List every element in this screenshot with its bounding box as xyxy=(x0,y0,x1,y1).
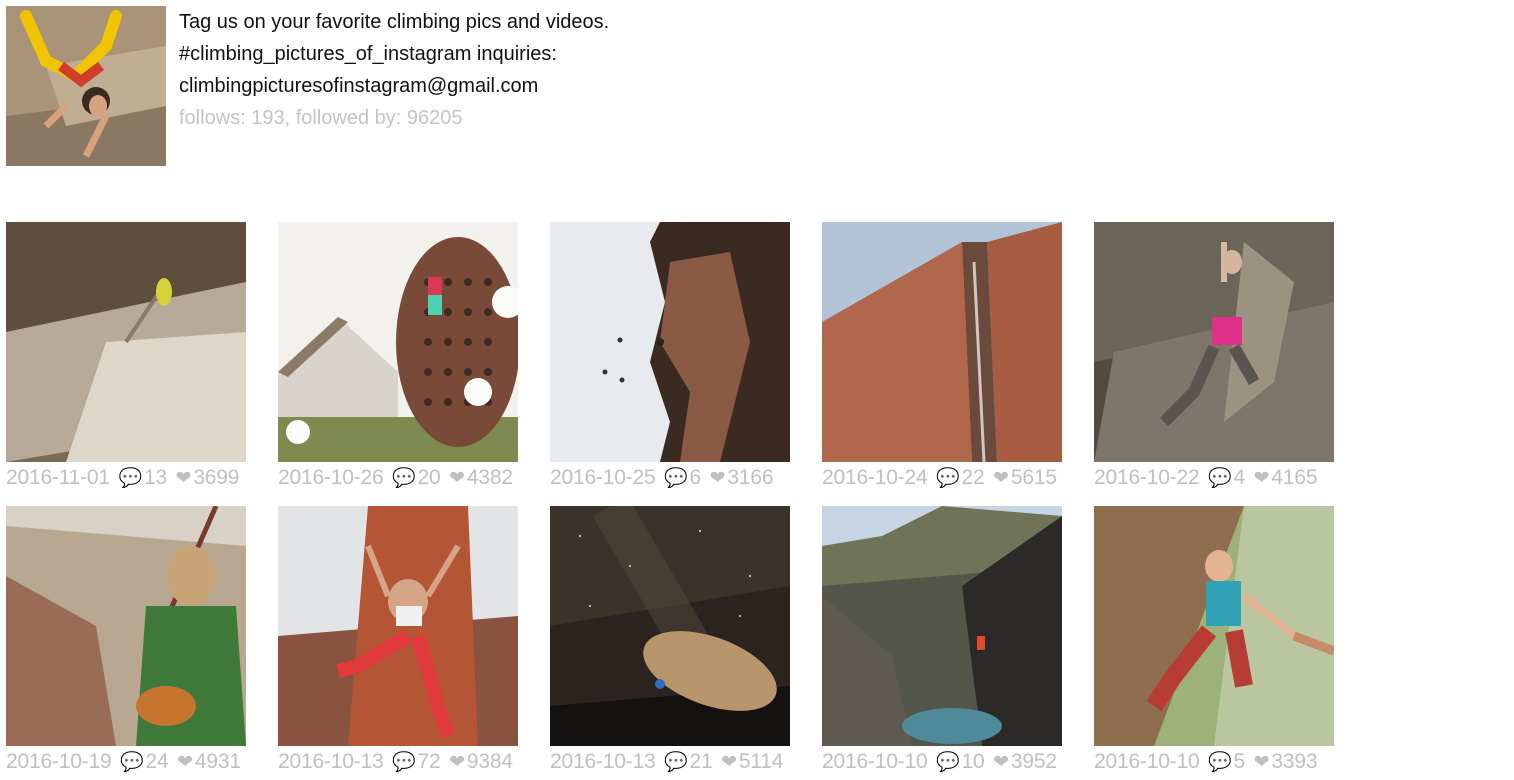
post-thumbnail[interactable] xyxy=(1094,506,1334,746)
like-count: 5114 xyxy=(738,750,784,773)
post-thumbnail[interactable] xyxy=(278,506,518,746)
comment-count: 13 xyxy=(143,466,167,489)
like-count: 3699 xyxy=(193,466,240,489)
comment-count: 72 xyxy=(417,750,441,773)
comment-icon: 💬 xyxy=(664,752,688,773)
comment-count: 10 xyxy=(961,750,985,773)
climbing-photo-icon xyxy=(6,222,246,462)
profile-bio: Tag us on your favorite climbing pics an… xyxy=(179,6,609,134)
post-card: 2016-10-19 💬24 ❤4931 xyxy=(6,506,246,776)
climbing-photo-icon xyxy=(550,506,790,746)
like-count: 3952 xyxy=(1010,750,1057,773)
heart-icon: ❤ xyxy=(721,752,737,773)
post-meta: 2016-11-01 💬13 ❤3699 xyxy=(6,465,246,492)
post-thumbnail[interactable] xyxy=(550,506,790,746)
heart-icon: ❤ xyxy=(449,468,465,489)
post-meta: 2016-10-10 💬10 ❤3952 xyxy=(822,749,1062,776)
post-thumbnail[interactable] xyxy=(6,506,246,746)
comment-icon: 💬 xyxy=(936,752,960,773)
comment-icon: 💬 xyxy=(1208,468,1232,489)
heart-icon: ❤ xyxy=(1253,468,1270,489)
post-date: 2016-10-10 xyxy=(822,750,928,773)
post-date: 2016-10-19 xyxy=(6,750,112,773)
profile-avatar[interactable] xyxy=(6,6,166,166)
comment-icon: 💬 xyxy=(1208,752,1232,773)
post-meta: 2016-10-24 💬22 ❤5615 xyxy=(822,465,1062,492)
post-card: 2016-10-25 💬6 ❤3166 xyxy=(550,222,790,492)
like-count: 5615 xyxy=(1010,466,1057,489)
like-count: 3393 xyxy=(1271,750,1318,773)
post-date: 2016-10-26 xyxy=(278,466,384,489)
comment-count: 5 xyxy=(1233,750,1246,773)
bio-text-line: #climbing_pictures_of_instagram inquirie… xyxy=(179,43,557,65)
post-meta: 2016-10-13 💬72 ❤9384 xyxy=(278,749,518,776)
climbing-photo-icon xyxy=(1094,222,1334,462)
post-date: 2016-10-13 xyxy=(550,750,656,773)
follow-stats: follows: 193, followed by: 96205 xyxy=(179,107,463,129)
heart-icon: ❤ xyxy=(993,752,1009,773)
post-card: 2016-10-26 💬20 ❤4382 xyxy=(278,222,518,492)
climbing-photo-icon xyxy=(1094,506,1334,746)
post-thumbnail[interactable] xyxy=(1094,222,1334,462)
post-date: 2016-11-01 xyxy=(6,466,110,489)
heart-icon: ❤ xyxy=(709,468,726,489)
post-thumbnail[interactable] xyxy=(278,222,518,462)
bio-email-link[interactable]: climbingpicturesofinstagram@gmail.com xyxy=(179,70,609,102)
climbing-photo-icon xyxy=(6,506,246,746)
heart-icon: ❤ xyxy=(1253,752,1270,773)
like-count: 9384 xyxy=(466,750,513,773)
comment-count: 24 xyxy=(145,750,169,773)
like-count: 4165 xyxy=(1271,466,1318,489)
post-thumbnail[interactable] xyxy=(822,506,1062,746)
heart-icon: ❤ xyxy=(993,468,1009,489)
heart-icon: ❤ xyxy=(175,468,192,489)
comment-count: 22 xyxy=(961,466,985,489)
post-thumbnail[interactable] xyxy=(6,222,246,462)
post-date: 2016-10-25 xyxy=(550,466,656,489)
comment-icon: 💬 xyxy=(392,468,416,489)
post-card: 2016-10-13 💬21 ❤5114 xyxy=(550,506,790,776)
comment-icon: 💬 xyxy=(120,752,144,773)
comment-icon: 💬 xyxy=(664,468,688,489)
bio-text-line: Tag us on your favorite climbing pics an… xyxy=(179,11,610,33)
climbing-photo-icon xyxy=(822,222,1062,462)
post-date: 2016-10-24 xyxy=(822,466,928,489)
comment-count: 21 xyxy=(689,750,713,773)
post-card: 2016-10-24 💬22 ❤5615 xyxy=(822,222,1062,492)
post-card: 2016-10-13 💬72 ❤9384 xyxy=(278,506,518,776)
heart-icon: ❤ xyxy=(177,752,193,773)
comment-icon: 💬 xyxy=(392,752,416,773)
post-meta: 2016-10-25 💬6 ❤3166 xyxy=(550,465,790,492)
comment-icon: 💬 xyxy=(118,468,143,489)
like-count: 3166 xyxy=(727,466,774,489)
post-thumbnail[interactable] xyxy=(822,222,1062,462)
post-meta: 2016-10-22 💬4 ❤4165 xyxy=(1094,465,1334,492)
profile-header: Tag us on your favorite climbing pics an… xyxy=(6,6,609,166)
post-card: 2016-11-01 💬13 ❤3699 xyxy=(6,222,246,492)
post-meta: 2016-10-13 💬21 ❤5114 xyxy=(550,749,790,776)
post-thumbnail[interactable] xyxy=(550,222,790,462)
post-card: 2016-10-10 💬5 ❤3393 xyxy=(1094,506,1334,776)
climbing-photo-icon xyxy=(822,506,1062,746)
post-card: 2016-10-10 💬10 ❤3952 xyxy=(822,506,1062,776)
like-count: 4931 xyxy=(194,750,241,773)
post-date: 2016-10-22 xyxy=(1094,466,1200,489)
post-card: 2016-10-22 💬4 ❤4165 xyxy=(1094,222,1334,492)
post-meta: 2016-10-19 💬24 ❤4931 xyxy=(6,749,246,776)
heart-icon: ❤ xyxy=(449,752,465,773)
comment-icon: 💬 xyxy=(936,468,960,489)
comment-count: 4 xyxy=(1233,466,1246,489)
climbing-photo-icon xyxy=(278,222,518,462)
comment-count: 6 xyxy=(689,466,702,489)
climbing-photo-icon xyxy=(550,222,790,462)
post-date: 2016-10-10 xyxy=(1094,750,1200,773)
post-meta: 2016-10-26 💬20 ❤4382 xyxy=(278,465,518,492)
post-meta: 2016-10-10 💬5 ❤3393 xyxy=(1094,749,1334,776)
post-date: 2016-10-13 xyxy=(278,750,384,773)
comment-count: 20 xyxy=(417,466,441,489)
like-count: 4382 xyxy=(466,466,513,489)
climbing-photo-icon xyxy=(278,506,518,746)
climber-avatar-icon xyxy=(6,6,166,166)
